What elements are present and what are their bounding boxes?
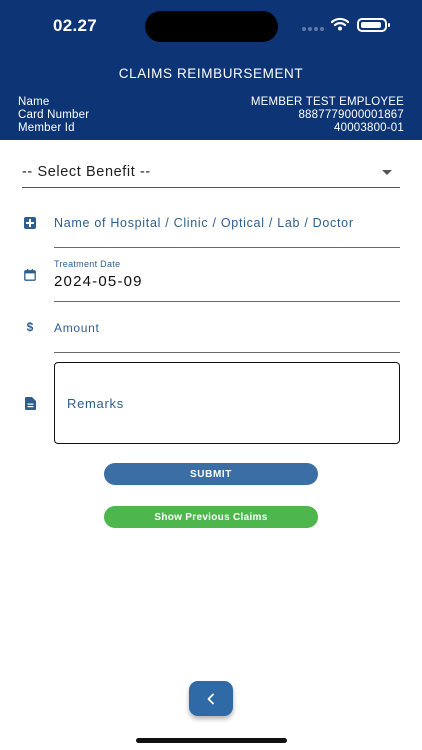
page-title: CLAIMS REIMBURSEMENT bbox=[118, 66, 304, 81]
dollar-icon: $ bbox=[26, 320, 34, 334]
benefit-select-label: -- Select Benefit -- bbox=[22, 164, 151, 180]
show-previous-claims-button[interactable]: Show Previous Claims bbox=[104, 506, 318, 528]
signal-dots-icon bbox=[302, 27, 324, 31]
amount-field-underline bbox=[54, 352, 400, 353]
treatment-date-field[interactable]: 2024-05-09 bbox=[54, 273, 143, 290]
chevron-left-icon bbox=[207, 693, 214, 704]
member-id-row: Member Id 40003800-01 bbox=[18, 122, 404, 134]
chevron-down-icon bbox=[382, 170, 392, 175]
amount-field[interactable]: Amount bbox=[54, 321, 100, 335]
treatment-date-underline bbox=[54, 301, 400, 302]
back-button[interactable] bbox=[189, 681, 233, 716]
card-number-row: Card Number 8887779000001867 bbox=[18, 109, 404, 121]
hospital-plus-icon bbox=[23, 216, 37, 230]
provider-field-underline bbox=[54, 247, 400, 248]
provider-field[interactable]: Name of Hospital / Clinic / Optical / La… bbox=[54, 216, 354, 230]
submit-button[interactable]: SUBMIT bbox=[104, 463, 318, 485]
card-number-label: Card Number bbox=[18, 109, 90, 121]
dynamic-island bbox=[145, 11, 278, 42]
document-icon bbox=[23, 396, 37, 410]
card-number-value: 8887779000001867 bbox=[298, 109, 404, 121]
member-id-label: Member Id bbox=[18, 122, 75, 134]
name-label: Name bbox=[18, 96, 50, 108]
member-id-value: 40003800-01 bbox=[334, 122, 404, 134]
remarks-placeholder: Remarks bbox=[67, 396, 124, 411]
remarks-textarea[interactable]: Remarks bbox=[54, 362, 400, 444]
status-time: 02.27 bbox=[53, 16, 98, 35]
calendar-icon bbox=[23, 268, 37, 282]
home-indicator bbox=[136, 738, 287, 743]
benefit-select[interactable]: -- Select Benefit -- bbox=[22, 160, 400, 188]
name-value: MEMBER TEST EMPLOYEE bbox=[250, 96, 404, 108]
app-header: 02.27 CLAIMS REIMBURSEMENT Name MEMBER T… bbox=[0, 0, 422, 140]
member-name-row: Name MEMBER TEST EMPLOYEE bbox=[18, 96, 404, 108]
wifi-icon bbox=[331, 17, 349, 31]
treatment-date-label: Treatment Date bbox=[54, 259, 121, 269]
battery-icon bbox=[357, 18, 390, 32]
